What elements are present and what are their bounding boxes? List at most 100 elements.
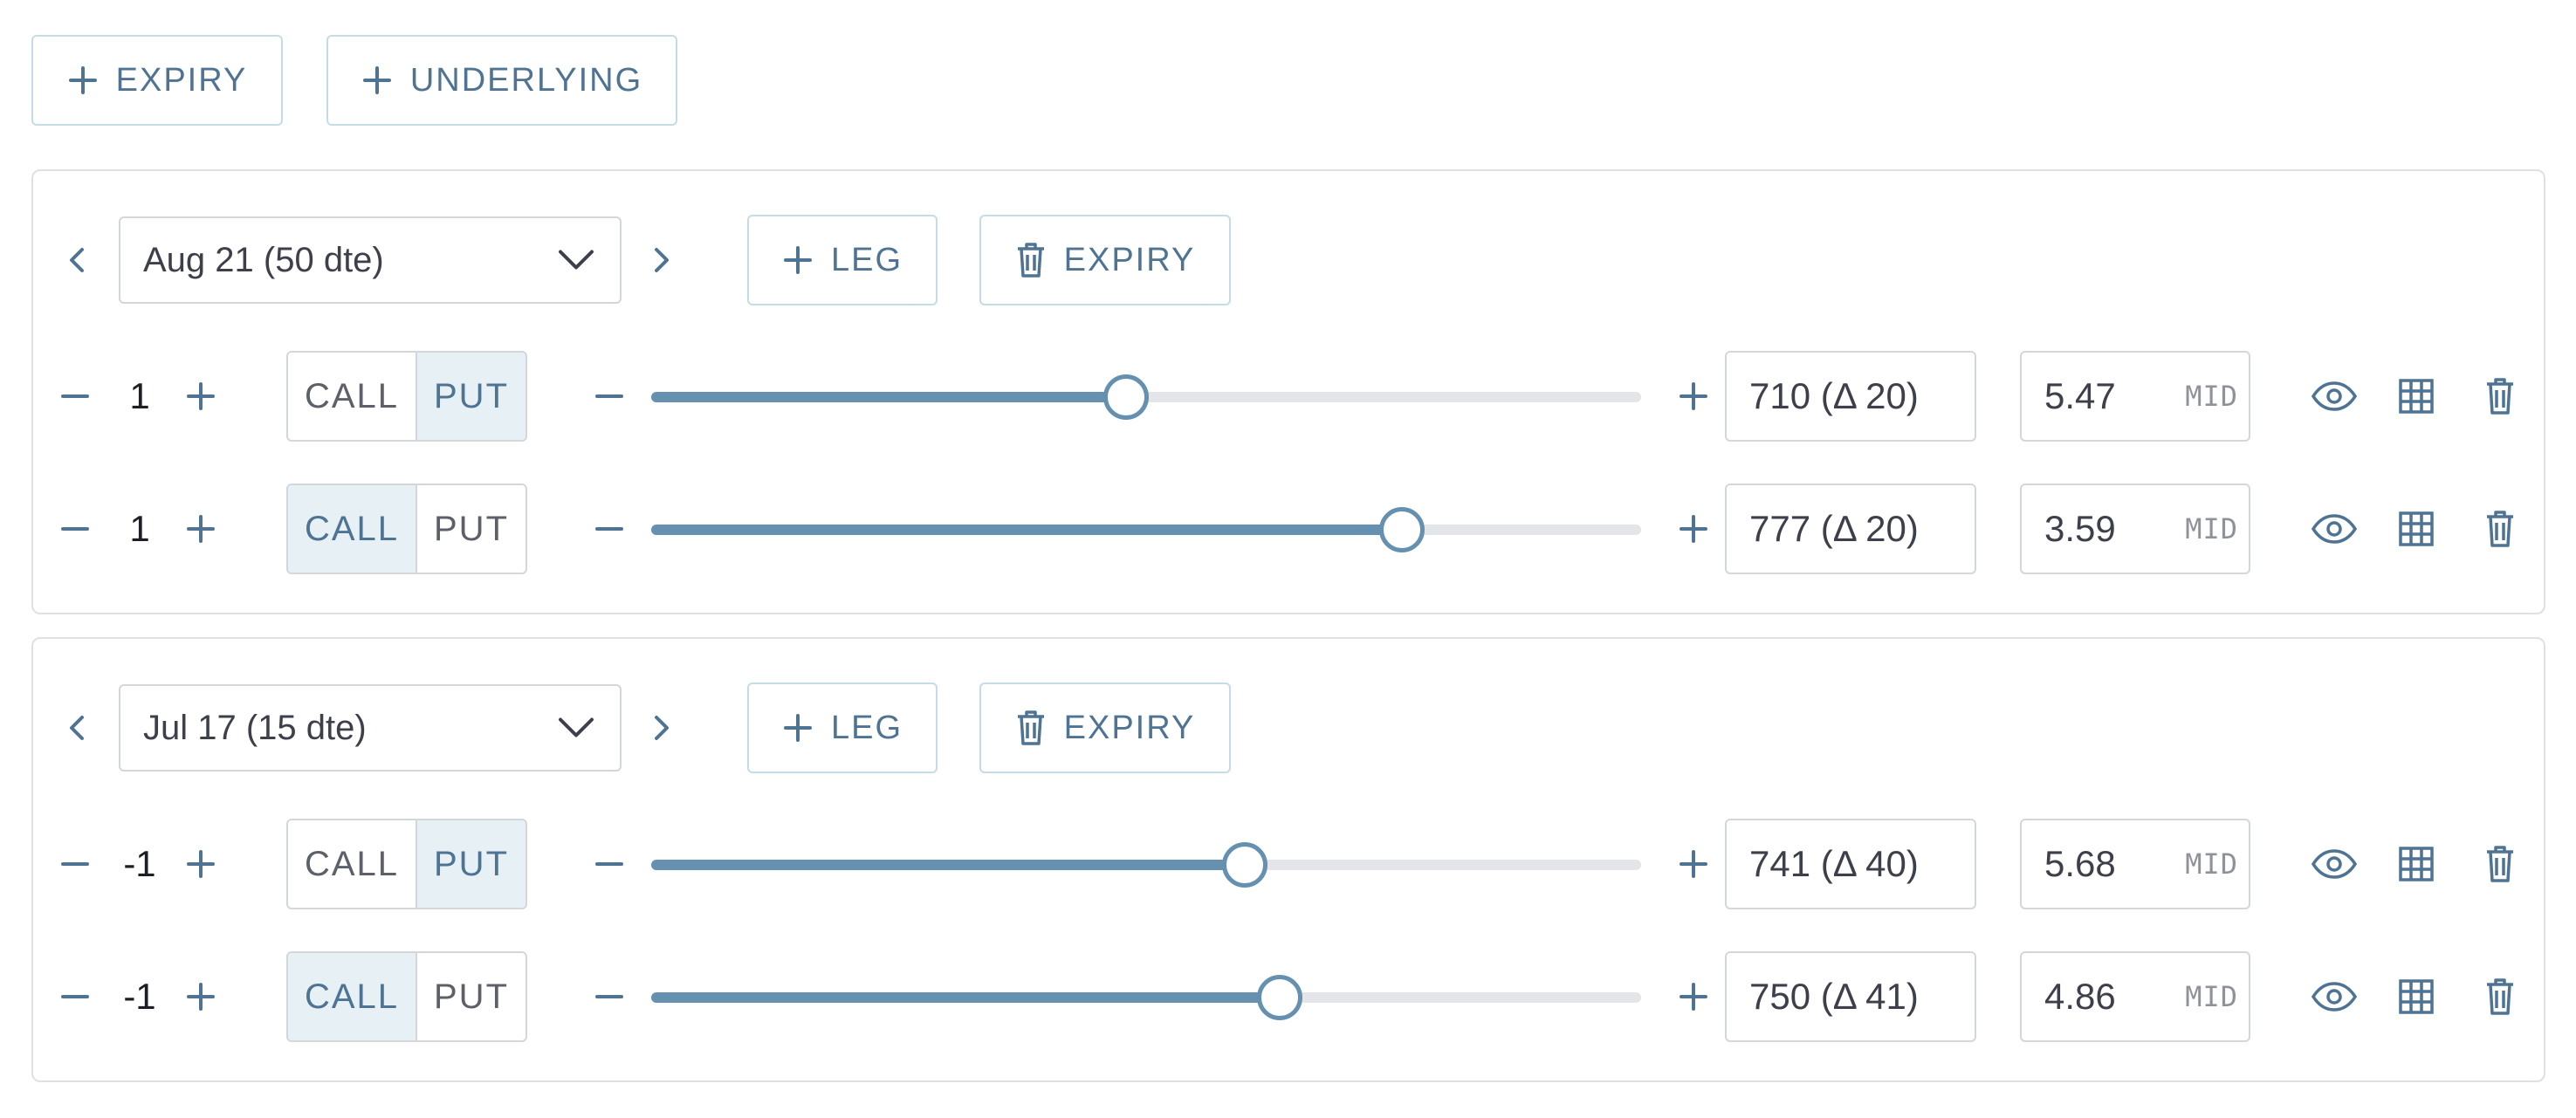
expiry-select[interactable]: Aug 21 (50 dte) <box>119 216 622 304</box>
leg-row: -1 CALL PUT 750 (Δ 41) 4.86 MID <box>33 951 2544 1042</box>
add-expiry-label: EXPIRY <box>115 61 248 99</box>
eye-icon[interactable] <box>2308 370 2360 422</box>
add-leg-button[interactable]: LEG <box>747 682 938 773</box>
price-mode-label: MID <box>2185 512 2238 545</box>
add-leg-button[interactable]: LEG <box>747 215 938 305</box>
slider-thumb[interactable] <box>1103 374 1150 420</box>
delete-expiry-label: EXPIRY <box>1063 241 1196 278</box>
leg-row: -1 CALL PUT 741 (Δ 40) 5.68 MID <box>33 819 2544 909</box>
strike-up-plus-icon[interactable] <box>1667 370 1720 422</box>
trash-icon[interactable] <box>2474 370 2526 422</box>
put-option[interactable]: PUT <box>417 353 526 440</box>
strike-slider[interactable] <box>651 507 1641 552</box>
increase-qty-plus-icon[interactable] <box>175 370 227 422</box>
prev-expiry-chevron-icon[interactable] <box>59 234 94 286</box>
strike-slider[interactable] <box>651 374 1641 420</box>
increase-qty-plus-icon[interactable] <box>175 971 227 1023</box>
plus-icon <box>361 65 393 96</box>
strike-up-plus-icon[interactable] <box>1667 838 1720 890</box>
trash-icon[interactable] <box>2474 503 2526 555</box>
plus-icon <box>782 244 814 276</box>
call-put-toggle: CALL PUT <box>286 819 527 909</box>
strike-down-minus-icon[interactable] <box>583 838 635 890</box>
call-option[interactable]: CALL <box>288 820 417 908</box>
call-put-toggle: CALL PUT <box>286 351 527 442</box>
strike-up-plus-icon[interactable] <box>1667 971 1720 1023</box>
delete-expiry-button[interactable]: EXPIRY <box>979 682 1231 773</box>
add-leg-label: LEG <box>830 709 903 746</box>
trash-icon[interactable] <box>2474 838 2526 890</box>
price-mode-label: MID <box>2185 980 2238 1013</box>
delete-expiry-button[interactable]: EXPIRY <box>979 215 1231 305</box>
decrease-qty-minus-icon[interactable] <box>49 838 101 890</box>
leg-quantity: 1 <box>129 375 150 416</box>
next-expiry-chevron-icon[interactable] <box>644 234 679 286</box>
eye-icon[interactable] <box>2308 971 2360 1023</box>
expiry-select-value: Jul 17 (15 dte) <box>143 708 367 747</box>
expiry-panel: Aug 21 (50 dte) LEG EXPIRY 1 CALL PUT 71… <box>31 169 2545 614</box>
leg-row: 1 CALL PUT 777 (Δ 20) 3.59 MID <box>33 484 2544 574</box>
price-field[interactable]: 5.68 MID <box>2020 819 2250 909</box>
grid-icon[interactable] <box>2390 370 2442 422</box>
strike-down-minus-icon[interactable] <box>583 370 635 422</box>
trash-icon[interactable] <box>2474 971 2526 1023</box>
price-field[interactable]: 3.59 MID <box>2020 484 2250 574</box>
strike-field[interactable]: 741 (Δ 40) <box>1725 819 1976 909</box>
decrease-qty-minus-icon[interactable] <box>49 370 101 422</box>
strike-field[interactable]: 710 (Δ 20) <box>1725 351 1976 442</box>
slider-fill <box>651 860 1246 870</box>
slider-fill <box>651 525 1402 535</box>
slider-thumb[interactable] <box>1257 975 1303 1020</box>
increase-qty-plus-icon[interactable] <box>175 503 227 555</box>
add-underlying-button[interactable]: UNDERLYING <box>326 35 677 126</box>
trash-icon <box>1015 710 1047 746</box>
slider-fill <box>651 992 1281 1003</box>
add-expiry-button[interactable]: EXPIRY <box>31 35 283 126</box>
trash-icon <box>1015 242 1047 278</box>
strike-field[interactable]: 750 (Δ 41) <box>1725 951 1976 1042</box>
chevron-down-icon <box>557 241 595 280</box>
eye-icon[interactable] <box>2308 838 2360 890</box>
plus-icon <box>67 65 99 96</box>
price-mode-label: MID <box>2185 380 2238 413</box>
next-expiry-chevron-icon[interactable] <box>644 702 679 754</box>
decrease-qty-minus-icon[interactable] <box>49 503 101 555</box>
put-option[interactable]: PUT <box>417 485 526 573</box>
put-option[interactable]: PUT <box>417 820 526 908</box>
strike-field[interactable]: 777 (Δ 20) <box>1725 484 1976 574</box>
call-option[interactable]: CALL <box>288 353 417 440</box>
grid-icon[interactable] <box>2390 503 2442 555</box>
add-leg-label: LEG <box>830 241 903 278</box>
price-mode-label: MID <box>2185 847 2238 881</box>
strike-down-minus-icon[interactable] <box>583 503 635 555</box>
prev-expiry-chevron-icon[interactable] <box>59 702 94 754</box>
plus-icon <box>782 712 814 744</box>
slider-thumb[interactable] <box>1222 842 1268 888</box>
price-value: 5.47 <box>2044 375 2116 416</box>
strike-down-minus-icon[interactable] <box>583 971 635 1023</box>
expiry-select-value: Aug 21 (50 dte) <box>143 240 384 279</box>
grid-icon[interactable] <box>2390 971 2442 1023</box>
eye-icon[interactable] <box>2308 503 2360 555</box>
grid-icon[interactable] <box>2390 838 2442 890</box>
call-option[interactable]: CALL <box>288 485 417 573</box>
chevron-down-icon <box>557 709 595 748</box>
price-value: 3.59 <box>2044 508 2116 549</box>
price-field[interactable]: 5.47 MID <box>2020 351 2250 442</box>
expiry-select[interactable]: Jul 17 (15 dte) <box>119 684 622 772</box>
price-value: 4.86 <box>2044 976 2116 1017</box>
strike-slider[interactable] <box>651 975 1641 1020</box>
strike-up-plus-icon[interactable] <box>1667 503 1720 555</box>
add-underlying-label: UNDERLYING <box>409 61 643 99</box>
call-put-toggle: CALL PUT <box>286 951 527 1042</box>
put-option[interactable]: PUT <box>417 953 526 1040</box>
strike-slider[interactable] <box>651 842 1641 888</box>
call-option[interactable]: CALL <box>288 953 417 1040</box>
leg-row: 1 CALL PUT 710 (Δ 20) 5.47 MID <box>33 351 2544 442</box>
price-field[interactable]: 4.86 MID <box>2020 951 2250 1042</box>
leg-quantity: 1 <box>129 508 150 549</box>
increase-qty-plus-icon[interactable] <box>175 838 227 890</box>
decrease-qty-minus-icon[interactable] <box>49 971 101 1023</box>
price-value: 5.68 <box>2044 843 2116 884</box>
slider-thumb[interactable] <box>1378 507 1425 552</box>
